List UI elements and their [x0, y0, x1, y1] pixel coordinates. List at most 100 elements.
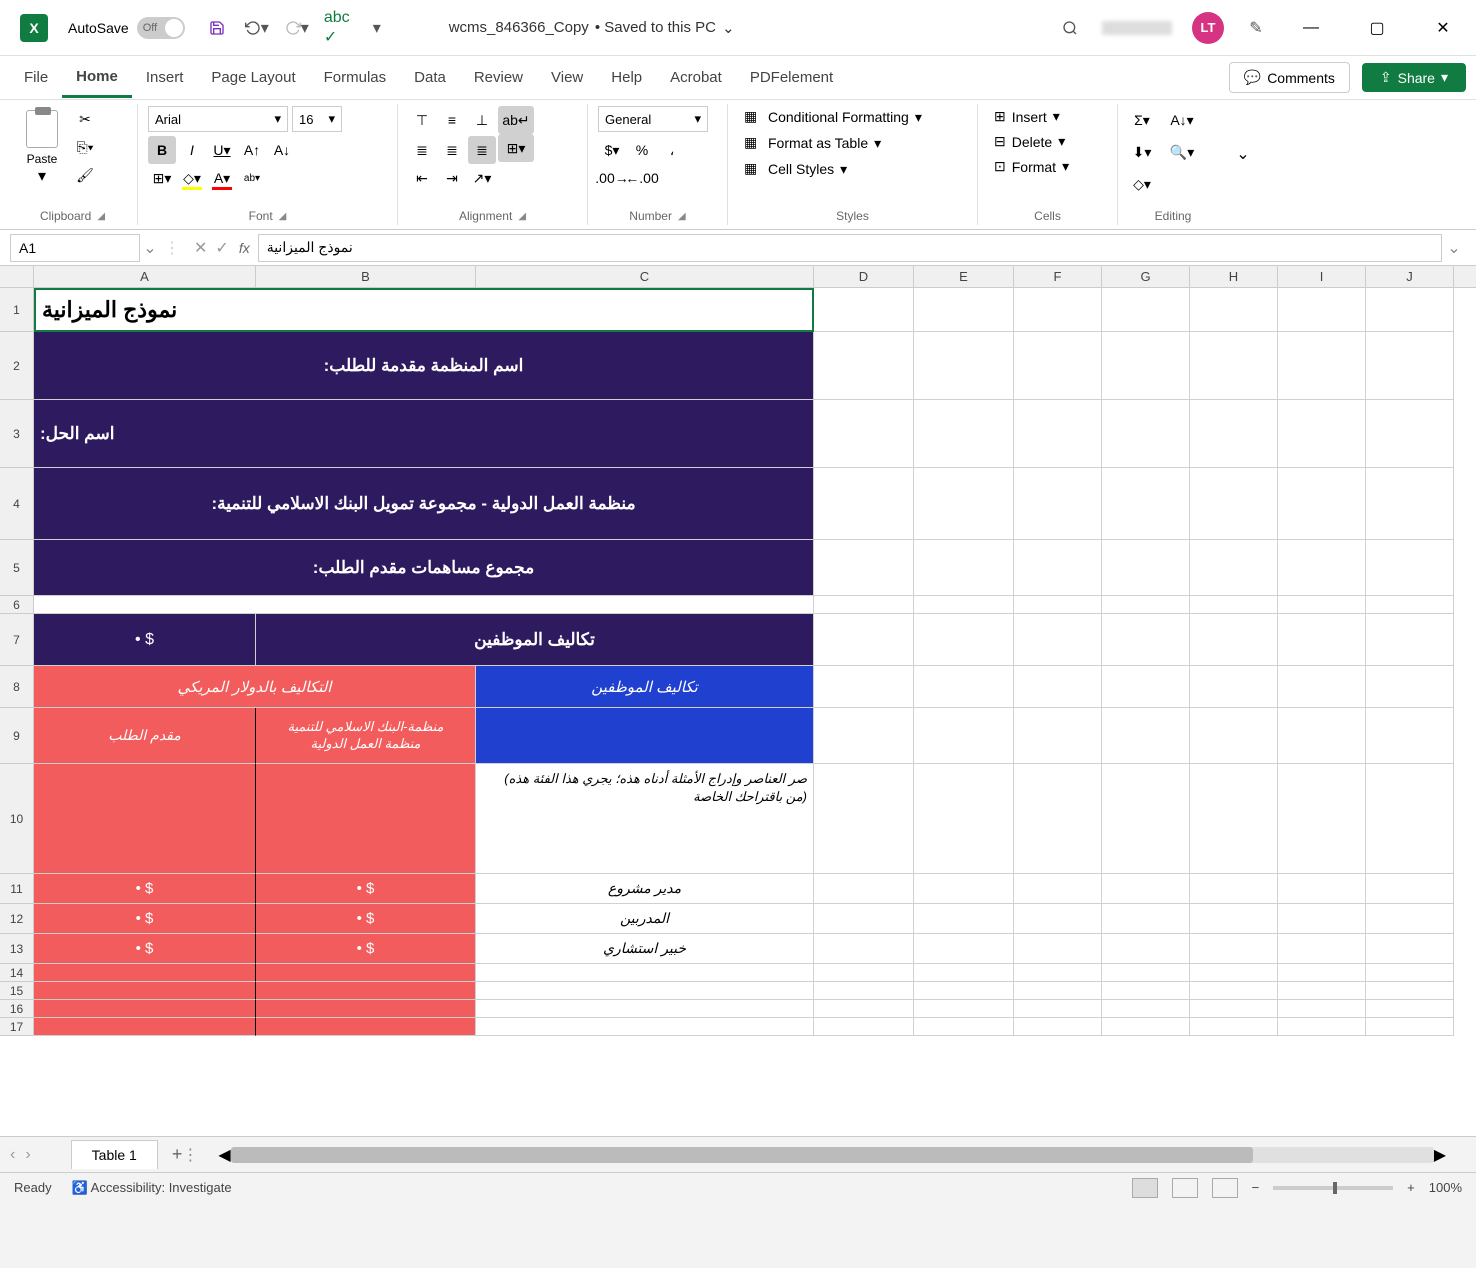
- cell-r6-c8[interactable]: [1190, 596, 1278, 614]
- decrease-decimal-icon[interactable]: ←.00: [628, 164, 656, 192]
- decrease-font-icon[interactable]: A↓: [268, 136, 296, 164]
- cell-r6-c6[interactable]: [1014, 596, 1102, 614]
- sort-filter-icon[interactable]: A↓▾: [1168, 106, 1196, 134]
- number-dialog-launcher[interactable]: ◢: [678, 211, 686, 222]
- cell-r3-c9[interactable]: [1278, 400, 1366, 468]
- row-header-10[interactable]: 10: [0, 764, 34, 874]
- cell-r9-c5[interactable]: [914, 708, 1014, 764]
- cell-r9-c10[interactable]: [1366, 708, 1454, 764]
- save-icon[interactable]: [205, 16, 229, 40]
- cell-r6-c4[interactable]: [814, 596, 914, 614]
- cell-r12-c10[interactable]: [1366, 904, 1454, 934]
- cell-r11-c9[interactable]: [1278, 874, 1366, 904]
- cell-r16-c6[interactable]: [1014, 1000, 1102, 1018]
- cell-r15-c3[interactable]: [476, 982, 814, 1000]
- row-header-15[interactable]: 15: [0, 982, 34, 1000]
- row-header-13[interactable]: 13: [0, 934, 34, 964]
- format-painter-icon[interactable]: 🖌: [70, 162, 100, 188]
- cell-r1-c4[interactable]: [814, 288, 914, 332]
- cell-r4-c8[interactable]: [1190, 468, 1278, 540]
- cell-r4-c4[interactable]: [814, 468, 914, 540]
- cell-r12-c8[interactable]: [1190, 904, 1278, 934]
- cell-r8-c5[interactable]: [914, 666, 1014, 708]
- alignment-dialog-launcher[interactable]: ◢: [518, 211, 526, 222]
- font-size-selector[interactable]: 16▾: [292, 106, 342, 132]
- cell-r17-c5[interactable]: [914, 1018, 1014, 1036]
- normal-view-icon[interactable]: [1132, 1178, 1158, 1198]
- cell-r12-c3[interactable]: المدربين: [476, 904, 814, 934]
- cell-r11-c6[interactable]: [1014, 874, 1102, 904]
- cell-r10-c2[interactable]: [256, 764, 476, 874]
- sheet-tab-table1[interactable]: Table 1: [71, 1140, 158, 1169]
- title-dropdown-icon[interactable]: ⌄: [722, 19, 735, 37]
- row-header-5[interactable]: 5: [0, 540, 34, 596]
- row-header-6[interactable]: 6: [0, 596, 34, 614]
- cell-r7-c6[interactable]: [1014, 614, 1102, 666]
- cell-r17-c3[interactable]: [476, 1018, 814, 1036]
- underline-button[interactable]: U▾: [208, 136, 236, 164]
- increase-font-icon[interactable]: A↑: [238, 136, 266, 164]
- cell-r15-c4[interactable]: [814, 982, 914, 1000]
- cell-r16-c1[interactable]: [34, 1000, 256, 1018]
- cell-r12-c4[interactable]: [814, 904, 914, 934]
- cell-r9-c7[interactable]: [1102, 708, 1190, 764]
- cell-r8-c7[interactable]: [1102, 666, 1190, 708]
- cell-r16-c5[interactable]: [914, 1000, 1014, 1018]
- cell-r7-c2[interactable]: تكاليف الموظفين: [256, 614, 814, 666]
- cell-r15-c7[interactable]: [1102, 982, 1190, 1000]
- cell-r7-c5[interactable]: [914, 614, 1014, 666]
- align-right-icon[interactable]: ≣: [468, 136, 496, 164]
- orientation-icon[interactable]: ↗▾: [468, 164, 496, 192]
- row-header-11[interactable]: 11: [0, 874, 34, 904]
- delete-cells-button[interactable]: ⊟Delete ▾: [988, 131, 1107, 152]
- cell-r2-c7[interactable]: [1102, 332, 1190, 400]
- sheet-options-icon[interactable]: ⋮: [182, 1145, 198, 1165]
- cell-r2-c6[interactable]: [1014, 332, 1102, 400]
- accessibility-status[interactable]: ♿ Accessibility: Investigate: [72, 1180, 232, 1196]
- cell-r1-c5[interactable]: [914, 288, 1014, 332]
- font-color-button[interactable]: A▾: [208, 164, 236, 192]
- cell-r2-c8[interactable]: [1190, 332, 1278, 400]
- tab-view[interactable]: View: [537, 59, 597, 96]
- cell-r2-c10[interactable]: [1366, 332, 1454, 400]
- cell-r3-c4[interactable]: [814, 400, 914, 468]
- row-header-8[interactable]: 8: [0, 666, 34, 708]
- comments-button[interactable]: 💬 Comments: [1229, 62, 1350, 93]
- conditional-formatting-button[interactable]: ▦Conditional Formatting ▾: [738, 106, 967, 128]
- redo-icon[interactable]: ▾: [285, 16, 309, 40]
- align-top-icon[interactable]: ⊤: [408, 106, 436, 134]
- maximize-button[interactable]: ▢: [1354, 12, 1400, 44]
- format-cells-button[interactable]: ⊡Format ▾: [988, 156, 1107, 177]
- tab-home[interactable]: Home: [62, 58, 132, 98]
- cell-r10-c8[interactable]: [1190, 764, 1278, 874]
- cell-r2-c4[interactable]: [814, 332, 914, 400]
- cell-r3-c7[interactable]: [1102, 400, 1190, 468]
- row-header-4[interactable]: 4: [0, 468, 34, 540]
- find-select-icon[interactable]: 🔍▾: [1168, 138, 1196, 166]
- select-all-corner[interactable]: [0, 266, 34, 287]
- decrease-indent-icon[interactable]: ⇤: [408, 164, 436, 192]
- italic-button[interactable]: I: [178, 136, 206, 164]
- cell-r3-c1[interactable]: اسم الحل:: [34, 400, 814, 468]
- cell-r10-c1[interactable]: [34, 764, 256, 874]
- cell-r17-c4[interactable]: [814, 1018, 914, 1036]
- cell-r14-c7[interactable]: [1102, 964, 1190, 982]
- sheet-next-icon[interactable]: ›: [25, 1146, 30, 1164]
- qat-customize-icon[interactable]: ▾: [365, 16, 389, 40]
- pen-icon[interactable]: ✎: [1244, 16, 1268, 40]
- comma-format-icon[interactable]: ،: [658, 136, 686, 164]
- cell-r13-c9[interactable]: [1278, 934, 1366, 964]
- percent-format-icon[interactable]: %: [628, 136, 656, 164]
- fill-icon[interactable]: ⬇▾: [1128, 138, 1156, 166]
- cell-r16-c4[interactable]: [814, 1000, 914, 1018]
- align-middle-icon[interactable]: ≡: [438, 106, 466, 134]
- cell-r17-c10[interactable]: [1366, 1018, 1454, 1036]
- cell-r8-c3[interactable]: تكاليف الموظفين: [476, 666, 814, 708]
- page-break-view-icon[interactable]: [1212, 1178, 1238, 1198]
- cell-r11-c7[interactable]: [1102, 874, 1190, 904]
- cell-r9-c6[interactable]: [1014, 708, 1102, 764]
- column-header-F[interactable]: F: [1014, 266, 1102, 287]
- paste-dropdown-icon[interactable]: ▾: [38, 166, 46, 186]
- column-header-D[interactable]: D: [814, 266, 914, 287]
- cell-r9-c2[interactable]: منظمة-البنك الاسلامي للتنمية منظمة العمل…: [256, 708, 476, 764]
